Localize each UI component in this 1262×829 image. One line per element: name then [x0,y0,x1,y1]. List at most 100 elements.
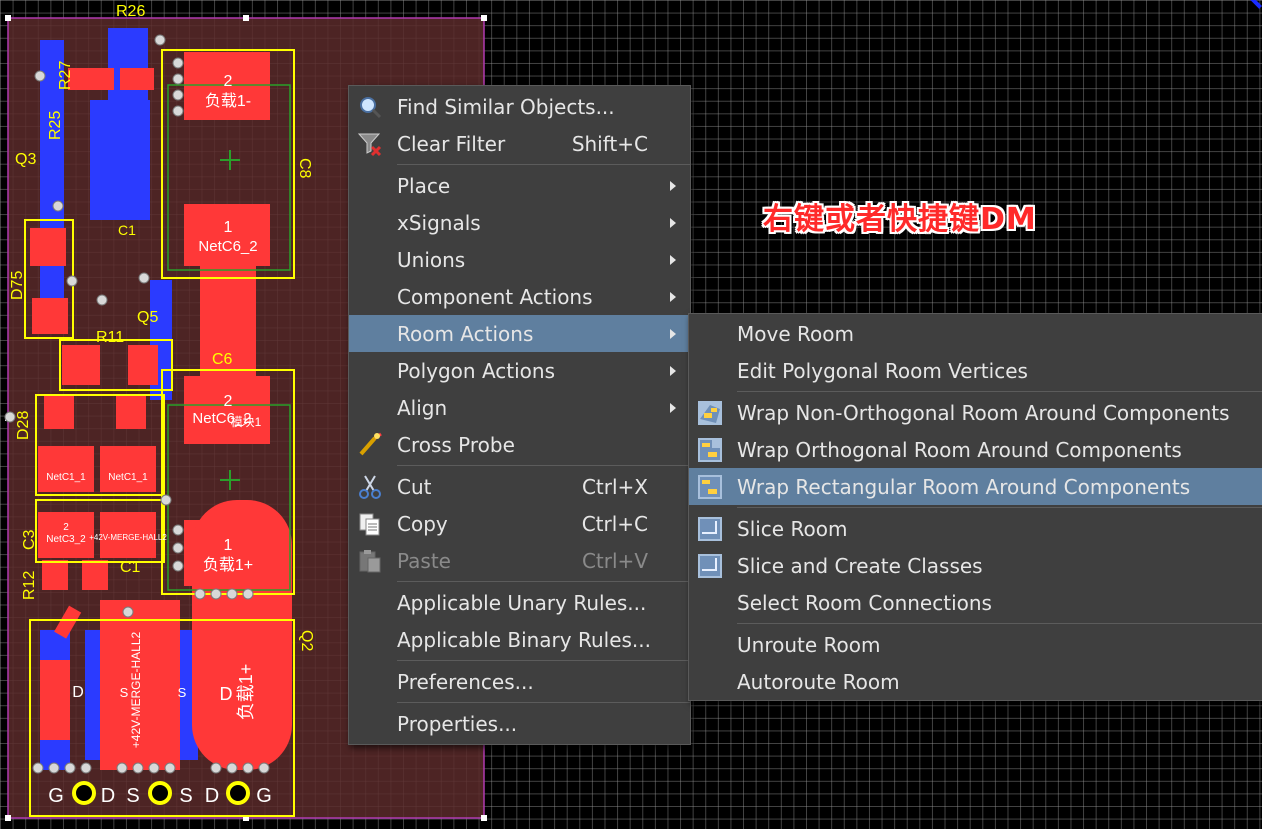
submenu-item-autoroute-room[interactable]: Autoroute Room [689,663,1262,700]
menu-item-xsignals[interactable]: xSignals [349,204,690,241]
menu-item-find-similar[interactable]: Find Similar Objects... [349,88,690,125]
room-actions-submenu[interactable]: Move Room Edit Polygonal Room Vertices W… [688,313,1262,701]
submenu-item-move-room[interactable]: Move Room [689,315,1262,352]
pad-label: NetC6_2 [198,238,257,255]
menu-item-label: Polygon Actions [397,358,555,383]
menu-item-label: Find Similar Objects... [397,94,615,119]
cross-probe-icon [355,430,385,460]
pin-label: S [126,785,139,807]
submenu-arrow-icon [670,365,676,376]
pad-label: 2 [63,522,69,533]
menu-item-copy[interactable]: Copy Ctrl+C [349,505,690,542]
pin-label: D [205,785,219,807]
clear-filter-icon [355,129,385,159]
menu-item-preferences[interactable]: Preferences... [349,663,690,700]
scissors-icon [355,472,385,502]
menu-item-label: Properties... [397,711,518,736]
submenu-item-slice-create-classes[interactable]: Slice and Create Classes [689,547,1262,584]
submenu-item-wrap-non-orthogonal[interactable]: Wrap Non-Orthogonal Room Around Componen… [689,394,1262,431]
menu-item-unions[interactable]: Unions [349,241,690,278]
submenu-item-wrap-orthogonal[interactable]: Wrap Orthogonal Room Around Components [689,431,1262,468]
pad-label: 2 [224,393,233,410]
designator-label: R25 [47,111,64,140]
submenu-item-wrap-rectangular[interactable]: Wrap Rectangular Room Around Components [689,468,1262,505]
menu-item-room-actions[interactable]: Room Actions [349,315,690,352]
menu-separator [397,465,690,466]
menu-item-label: Clear Filter [397,131,506,156]
menu-separator [397,581,690,582]
wrap-rectangular-icon [695,472,725,502]
pin-label: G [256,785,272,807]
pad-label: 1 [224,537,233,554]
submenu-item-edit-polygonal-vertices[interactable]: Edit Polygonal Room Vertices [689,352,1262,389]
annotation-text: 右键或者快捷键DM [763,202,1037,237]
menu-item-label: Cross Probe [397,432,515,457]
submenu-item-select-room-connections[interactable]: Select Room Connections [689,584,1262,621]
pad-label: +42V-MERGE-HALL2 [89,533,167,542]
magnifier-icon [355,92,385,122]
menu-item-label: Slice Room [737,516,848,541]
submenu-item-slice-room[interactable]: Slice Room [689,510,1262,547]
menu-item-label: Preferences... [397,669,534,694]
menu-item-cross-probe[interactable]: Cross Probe [349,426,690,463]
menu-item-label: Place [397,173,451,198]
designator-label: C1 [120,559,141,576]
menu-separator [737,623,1262,624]
menu-separator [737,391,1262,392]
submenu-item-unroute-room[interactable]: Unroute Room [689,626,1262,663]
slice-room-icon [695,514,725,544]
menu-item-paste: Paste Ctrl+V [349,542,690,579]
menu-item-label: Move Room [737,321,854,346]
pad-label: +42V-MERGE-HALL2 [129,631,143,748]
submenu-arrow-icon [670,328,676,339]
menu-item-label: Paste [397,548,451,573]
pad-label: S [178,685,187,700]
submenu-arrow-icon [670,217,676,228]
menu-item-label: xSignals [397,210,481,235]
menu-item-cut[interactable]: Cut Ctrl+X [349,468,690,505]
shortcut-label: Ctrl+V [581,548,648,573]
submenu-arrow-icon [670,254,676,265]
menu-item-label: Applicable Binary Rules... [397,627,652,652]
menu-item-component-actions[interactable]: Component Actions [349,278,690,315]
pad-label: D [220,684,233,704]
menu-item-align[interactable]: Align [349,389,690,426]
designator-label: C8 [296,158,313,179]
wrap-non-orthogonal-icon [695,398,725,428]
menu-separator [397,702,690,703]
menu-separator [397,660,690,661]
menu-item-properties[interactable]: Properties... [349,705,690,742]
menu-item-label: Component Actions [397,284,593,309]
menu-item-unary-rules[interactable]: Applicable Unary Rules... [349,584,690,621]
menu-item-place[interactable]: Place [349,167,690,204]
pin-label: G [48,785,64,807]
shortcut-label: Shift+C [571,131,648,156]
pad-label: 2 [224,73,233,90]
menu-item-label: Applicable Unary Rules... [397,590,647,615]
menu-item-label: Unroute Room [737,632,881,657]
menu-item-binary-rules[interactable]: Applicable Binary Rules... [349,621,690,658]
pad-label: D [72,684,84,701]
context-menu[interactable]: Find Similar Objects... Clear Filter Shi… [348,85,691,745]
menu-item-label: Copy [397,511,448,536]
menu-item-label: Select Room Connections [737,590,992,615]
pad-label: 模块1 [231,415,262,429]
pad-label: NetC3_2 [46,534,86,545]
submenu-arrow-icon [670,180,676,191]
pad-label: NetC1_1 [108,472,148,483]
pad-label: NetC1_1 [46,472,86,483]
designator-label: Q3 [15,151,36,168]
pad-label: 负载1- [205,92,251,110]
menu-item-polygon-actions[interactable]: Polygon Actions [349,352,690,389]
pin-label: D [101,785,115,807]
designator-label: D75 [9,271,26,300]
slice-classes-icon [695,551,725,581]
pad-label: 负载1+ [236,664,256,721]
submenu-arrow-icon [670,402,676,413]
shortcut-label: Ctrl+C [581,511,648,536]
menu-item-clear-filter[interactable]: Clear Filter Shift+C [349,125,690,162]
menu-item-label: Wrap Rectangular Room Around Components [737,474,1191,499]
designator-label: C1 [118,222,136,238]
designator-label: R11 [96,329,124,346]
menu-separator [397,164,690,165]
